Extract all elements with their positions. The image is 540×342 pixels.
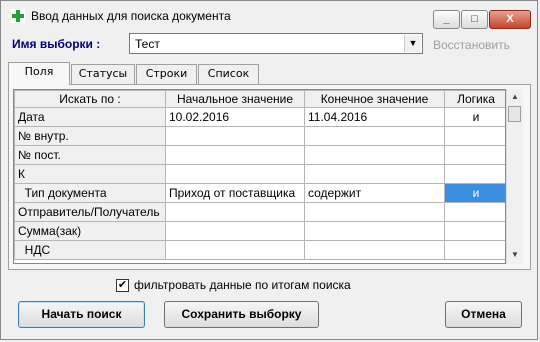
table-row: № внутр. [14,126,505,146]
end-value-cell[interactable] [304,145,445,165]
logic-cell[interactable] [444,164,505,184]
selection-name-label: Имя выборки : [12,37,101,51]
title-bar: Ввод данных для поиска документа _ □ X [1,1,537,32]
start-value-cell[interactable] [165,126,305,146]
field-name-cell: НДС [14,240,166,260]
grid-header-row: Искать по : Начальное значение Конечное … [14,90,505,108]
selection-name-combo[interactable]: Тест ▼ [129,33,423,54]
end-value-cell[interactable]: содержит [304,183,445,203]
table-row: Тип документа Приход от поставщика содер… [14,183,505,203]
logic-cell[interactable] [444,240,505,260]
save-selection-button[interactable]: Сохранить выборку [164,301,319,328]
end-value-cell[interactable] [304,202,445,222]
start-value-cell[interactable] [165,221,305,241]
tab-fields[interactable]: Поля [8,62,70,85]
end-value-cell[interactable] [304,126,445,146]
check-icon: ✔ [117,279,128,291]
start-search-button[interactable]: Начать поиск [18,301,145,328]
end-value-cell[interactable]: 11.04.2016 [304,107,445,127]
tab-rows[interactable]: Строки [136,64,197,84]
grid-vertical-scrollbar[interactable]: ▲ ▼ [506,89,523,264]
table-row: Отправитель/Получатель [14,202,505,222]
restore-button[interactable]: Восстановить [433,38,510,52]
field-name-cell: Дата [14,107,166,127]
end-value-cell[interactable] [304,221,445,241]
window-title: Ввод данных для поиска документа [31,9,231,23]
minimize-button[interactable]: _ [433,10,460,29]
column-header-start-value: Начальное значение [165,90,305,108]
logic-cell[interactable]: и [444,107,505,127]
logic-cell[interactable] [444,202,505,222]
selection-name-value: Тест [135,37,160,51]
start-value-cell[interactable] [165,202,305,222]
maximize-icon: □ [471,13,478,25]
tab-list[interactable]: Список [198,64,259,84]
logic-cell[interactable] [444,145,505,165]
app-cross-icon [11,9,25,23]
field-name-cell: № пост. [14,145,166,165]
filter-checkbox-label[interactable]: фильтровать данные по итогам поиска [134,278,351,292]
close-icon: X [506,13,514,25]
tab-statuses[interactable]: Статусы [71,64,135,84]
table-row: Дата 10.02.2016 11.04.2016 и [14,107,505,127]
table-row: Сумма(зак) [14,221,505,241]
start-value-cell[interactable] [165,240,305,260]
column-header-logic: Логика [444,90,505,108]
scrollbar-thumb[interactable] [508,106,521,122]
field-name-cell: Сумма(зак) [14,221,166,241]
scroll-up-icon[interactable]: ▲ [507,89,523,105]
start-value-cell[interactable] [165,145,305,165]
table-row: НДС [14,240,505,260]
field-name-cell: Отправитель/Получатель [14,202,166,222]
end-value-cell[interactable] [304,164,445,184]
logic-cell[interactable] [444,221,505,241]
logic-cell-selected[interactable]: и [444,183,505,203]
start-value-cell[interactable]: Приход от поставщика [165,183,305,203]
start-value-cell[interactable] [165,164,305,184]
cancel-button[interactable]: Отмена [445,301,522,328]
scroll-down-icon[interactable]: ▼ [507,247,523,263]
field-name-cell: Тип документа [14,183,166,203]
table-row: К [14,164,505,184]
chevron-down-icon[interactable]: ▼ [404,35,421,52]
end-value-cell[interactable] [304,240,445,260]
filter-checkbox[interactable]: ✔ [116,279,129,292]
start-value-cell[interactable]: 10.02.2016 [165,107,305,127]
field-name-cell: К [14,164,166,184]
maximize-button[interactable]: □ [461,10,488,29]
close-button[interactable]: X [489,10,531,29]
table-row: № пост. [14,145,505,165]
search-fields-grid: Искать по : Начальное значение Конечное … [13,89,506,264]
column-header-end-value: Конечное значение [304,90,445,108]
logic-cell[interactable] [444,126,505,146]
column-header-search-by: Искать по : [14,90,166,108]
field-name-cell: № внутр. [14,126,166,146]
minimize-icon: _ [443,13,450,25]
